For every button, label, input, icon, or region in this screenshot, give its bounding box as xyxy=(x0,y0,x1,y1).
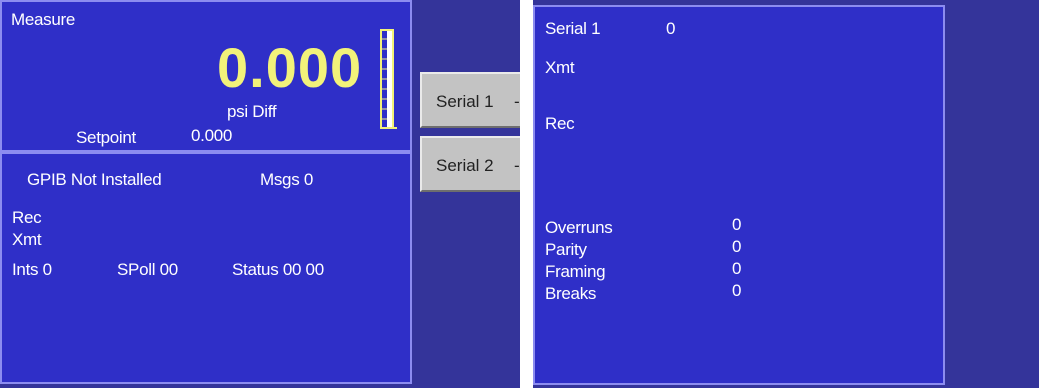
gpib-panel: GPIB Not Installed Msgs 0 Rec Xmt Ints 0… xyxy=(0,152,412,384)
overruns-value: 0 xyxy=(732,215,742,234)
gpib-xmt-label: Xmt xyxy=(12,230,42,249)
tab-serial-1-tick: - xyxy=(514,92,520,111)
gpib-ints: Ints 0 xyxy=(12,260,52,279)
gpib-spoll: SPoll 00 xyxy=(117,260,178,279)
gpib-msgs: Msgs 0 xyxy=(260,170,313,189)
serial-title: Serial 1 xyxy=(545,19,601,38)
serial-count: 0 xyxy=(666,19,676,38)
parity-value: 0 xyxy=(732,237,742,256)
serial-panel: Serial 1 0 Xmt Rec Overruns 0 Parity 0 F… xyxy=(533,5,945,385)
measure-panel: Measure 0.000 psi Diff Setpoint 0.000 xyxy=(0,0,412,152)
tab-serial-2-tick: - xyxy=(514,156,520,175)
parity-label: Parity xyxy=(545,240,587,259)
measure-title: Measure xyxy=(11,10,76,29)
serial-rec-label: Rec xyxy=(545,114,575,133)
tab-serial-2-label: Serial 2 xyxy=(436,156,494,175)
tab-serial-2[interactable]: Serial 2 - xyxy=(420,136,520,192)
overruns-label: Overruns xyxy=(545,218,613,237)
setpoint-label: Setpoint xyxy=(76,128,136,147)
tab-serial-1[interactable]: Serial 1 - xyxy=(420,72,520,128)
setpoint-value: 0.000 xyxy=(191,126,233,145)
bar-graph-scale xyxy=(380,29,397,129)
breaks-label: Breaks xyxy=(545,284,597,303)
framing-value: 0 xyxy=(732,259,742,278)
gpib-status: GPIB Not Installed xyxy=(27,170,162,189)
serial-xmt-label: Xmt xyxy=(545,58,575,77)
pressure-reading: 0.000 xyxy=(217,36,363,99)
pressure-bar-graph xyxy=(377,29,397,129)
gpib-rec-label: Rec xyxy=(12,208,42,227)
breaks-value: 0 xyxy=(732,281,742,300)
tab-serial-1-label: Serial 1 xyxy=(436,92,494,111)
gpib-status-text: Status 00 00 xyxy=(232,260,324,279)
pressure-unit: psi Diff xyxy=(227,102,277,121)
framing-label: Framing xyxy=(545,262,606,281)
